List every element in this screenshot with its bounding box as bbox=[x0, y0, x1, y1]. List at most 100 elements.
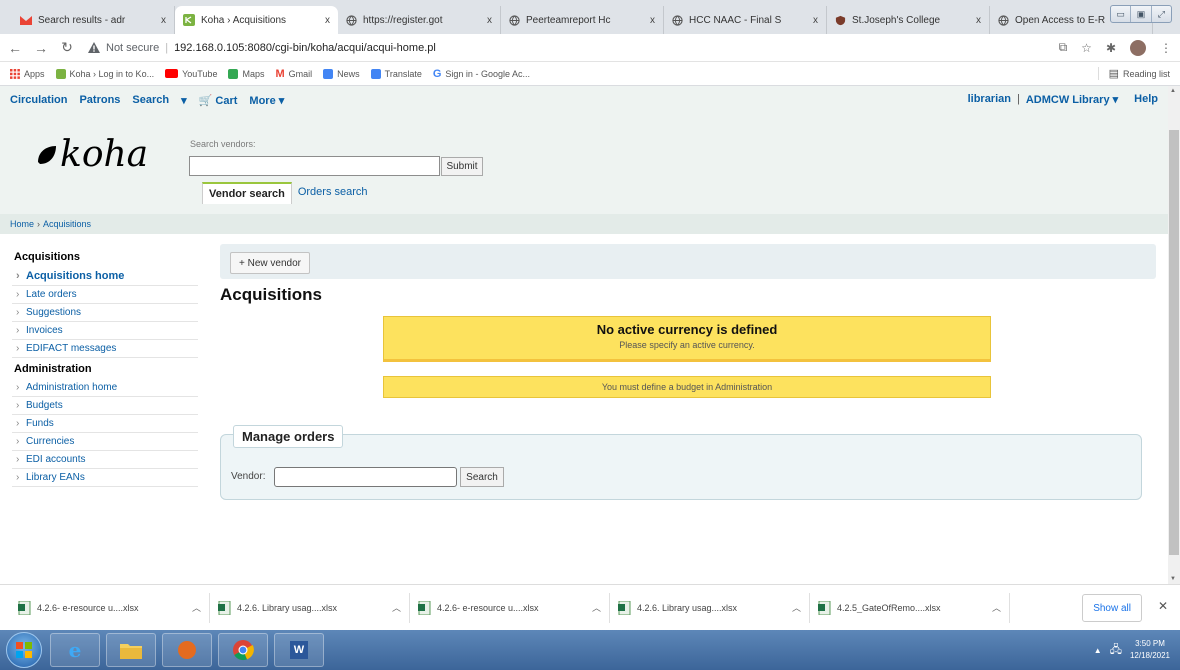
taskbar-chrome[interactable] bbox=[218, 633, 268, 667]
currency-alert-link[interactable]: Please specify an active currency. bbox=[384, 340, 990, 350]
excel-file-icon bbox=[618, 600, 631, 615]
extensions-icon[interactable]: ✱ bbox=[1106, 41, 1116, 55]
bookmark-youtube[interactable]: YouTube bbox=[165, 69, 217, 79]
close-icon[interactable]: x bbox=[813, 15, 818, 26]
url-text: 192.168.0.105:8080/cgi-bin/koha/acqui/ac… bbox=[174, 41, 436, 54]
restore-icon[interactable]: ⤢ bbox=[1152, 6, 1171, 22]
scroll-up-icon[interactable]: ▲ bbox=[1170, 88, 1176, 94]
taskbar-ie[interactable]: e bbox=[50, 633, 100, 667]
bookmark-translate[interactable]: Translate bbox=[370, 68, 422, 79]
url-field[interactable]: Not secure | 192.168.0.105:8080/cgi-bin/… bbox=[86, 37, 1047, 59]
start-button[interactable] bbox=[6, 632, 42, 668]
back-arrow-icon[interactable]: ← bbox=[8, 40, 22, 56]
chevron-up-icon[interactable]: ︿ bbox=[592, 601, 601, 614]
download-item[interactable]: 4.2.5_GateOfRemo....xlsx ︿ bbox=[810, 592, 1010, 623]
breadcrumb-home[interactable]: Home bbox=[10, 219, 34, 229]
bookmark-gmail[interactable]: M Gmail bbox=[275, 68, 312, 80]
network-icon[interactable]: 🖧 bbox=[1110, 641, 1122, 660]
library-selector[interactable]: ADMCW Library ▾ bbox=[1026, 93, 1118, 106]
kebab-menu-icon[interactable]: ⋮ bbox=[1160, 41, 1172, 55]
star-icon[interactable]: ☆ bbox=[1081, 41, 1092, 55]
close-icon[interactable]: x bbox=[325, 15, 330, 26]
scrollbar-thumb[interactable] bbox=[1169, 130, 1179, 555]
browser-tab-search-results[interactable]: Search results - adr x bbox=[12, 6, 175, 34]
sidebar-item-late-orders[interactable]: Late orders bbox=[12, 286, 198, 304]
close-icon[interactable]: ✕ bbox=[1158, 599, 1168, 613]
sidebar-item-invoices[interactable]: Invoices bbox=[12, 322, 198, 340]
logged-in-user[interactable]: librarian bbox=[968, 93, 1011, 106]
sidebar-item-edifact[interactable]: EDIFACT messages bbox=[12, 340, 198, 358]
close-icon[interactable]: x bbox=[650, 15, 655, 26]
reload-icon[interactable]: ↻ bbox=[60, 39, 74, 56]
nav-circulation[interactable]: Circulation bbox=[10, 94, 67, 106]
budget-alert[interactable]: You must define a budget in Administrati… bbox=[383, 376, 991, 398]
nav-cart[interactable]: 🛒 Cart bbox=[199, 94, 238, 107]
bookmark-label: News bbox=[337, 68, 360, 79]
bookmark-koha-login[interactable]: Koha › Log in to Ko... bbox=[55, 68, 154, 79]
page-scrollbar[interactable]: ▲ ▼ bbox=[1168, 86, 1180, 584]
excel-file-icon bbox=[218, 600, 231, 615]
taskbar-explorer[interactable] bbox=[106, 633, 156, 667]
address-bar: ← → ↻ Not secure | 192.168.0.105:8080/cg… bbox=[0, 34, 1180, 62]
system-tray: ▲ 🖧 3:50 PM 12/18/2021 bbox=[1094, 638, 1180, 662]
nav-patrons[interactable]: Patrons bbox=[79, 94, 120, 106]
chevron-up-icon[interactable]: ︿ bbox=[792, 601, 801, 614]
bookmark-google-signin[interactable]: G Sign in - Google Ac... bbox=[433, 68, 530, 80]
tab-vendor-search[interactable]: Vendor search bbox=[202, 182, 292, 204]
show-all-downloads-button[interactable]: Show all bbox=[1082, 594, 1142, 622]
vendor-search-input[interactable] bbox=[189, 156, 440, 176]
browser-tab-label: St.Joseph's College bbox=[852, 14, 941, 26]
sidebar-item-budgets[interactable]: Budgets bbox=[12, 397, 198, 415]
search-button[interactable]: Search bbox=[460, 467, 504, 487]
scroll-down-icon[interactable]: ▼ bbox=[1170, 576, 1176, 582]
taskbar-media[interactable] bbox=[162, 633, 212, 667]
sidebar-item-suggestions[interactable]: Suggestions bbox=[12, 304, 198, 322]
sidebar-item-funds[interactable]: Funds bbox=[12, 415, 198, 433]
reading-list-button[interactable]: ▤ Reading list bbox=[1097, 67, 1170, 80]
nav-search[interactable]: Search bbox=[132, 94, 169, 106]
bookmark-news[interactable]: News bbox=[323, 68, 360, 79]
close-icon[interactable]: x bbox=[161, 15, 166, 26]
browser-tab-stjosephs[interactable]: St.Joseph's College x bbox=[827, 6, 990, 34]
browser-tab-peerteamreport[interactable]: Peerteamreport Hc x bbox=[501, 6, 664, 34]
new-vendor-button[interactable]: + New vendor bbox=[230, 252, 310, 274]
sidebar-item-administration-home[interactable]: Administration home bbox=[12, 379, 198, 397]
forward-arrow-icon[interactable]: → bbox=[34, 40, 48, 56]
avatar[interactable] bbox=[1130, 39, 1146, 56]
taskbar-word[interactable]: W bbox=[274, 633, 324, 667]
browser-tab-hcc-naac[interactable]: HCC NAAC - Final S x bbox=[664, 6, 827, 34]
close-icon[interactable]: x bbox=[487, 15, 492, 26]
chevron-up-icon[interactable]: ︿ bbox=[192, 601, 201, 614]
browser-tab-koha-acquisitions[interactable]: Koha › Acquisitions x bbox=[175, 6, 338, 34]
chevron-up-icon[interactable]: ︿ bbox=[992, 601, 1001, 614]
browser-tab-register[interactable]: https://register.got x bbox=[338, 6, 501, 34]
bookmark-apps[interactable]: Apps bbox=[10, 68, 45, 79]
share-icon[interactable]: ⧉ bbox=[1059, 40, 1068, 55]
sidebar-item-edi-accounts[interactable]: EDI accounts bbox=[12, 451, 198, 469]
breadcrumb-acquisitions[interactable]: Acquisitions bbox=[43, 219, 91, 229]
nav-search-dropdown[interactable]: ▾ bbox=[181, 94, 187, 107]
download-item[interactable]: 4.2.6- e-resource u....xlsx ︿ bbox=[410, 592, 610, 623]
clock[interactable]: 3:50 PM 12/18/2021 bbox=[1130, 638, 1170, 662]
user-menu: librarian | ADMCW Library ▾ Help bbox=[968, 93, 1158, 106]
download-item[interactable]: 4.2.6- e-resource u....xlsx ︿ bbox=[10, 592, 210, 623]
download-item[interactable]: 4.2.6. Library usag....xlsx ︿ bbox=[210, 592, 410, 623]
vendor-input[interactable] bbox=[274, 467, 457, 487]
tray-arrow-icon[interactable]: ▲ bbox=[1094, 646, 1102, 655]
nav-more[interactable]: More ▾ bbox=[249, 94, 284, 107]
maximize-icon[interactable]: ▣ bbox=[1131, 6, 1152, 22]
bookmark-maps[interactable]: Maps bbox=[228, 68, 264, 79]
sidebar-item-library-eans[interactable]: Library EANs bbox=[12, 469, 198, 487]
vendor-label: Vendor: bbox=[231, 471, 266, 482]
sidebar-item-currencies[interactable]: Currencies bbox=[12, 433, 198, 451]
chevron-up-icon[interactable]: ︿ bbox=[392, 601, 401, 614]
sidebar-item-acquisitions-home[interactable]: Acquisitions home bbox=[12, 267, 198, 286]
submit-button[interactable]: Submit bbox=[441, 157, 483, 176]
tab-orders-search[interactable]: Orders search bbox=[292, 182, 374, 204]
help-link[interactable]: Help bbox=[1134, 93, 1158, 106]
minimize-icon[interactable]: ▭ bbox=[1111, 6, 1132, 22]
close-icon[interactable]: x bbox=[976, 15, 981, 26]
koha-logo[interactable]: koha bbox=[36, 134, 148, 175]
download-filename: 4.2.5_GateOfRemo....xlsx bbox=[837, 602, 941, 613]
download-item[interactable]: 4.2.6. Library usag....xlsx ︿ bbox=[610, 592, 810, 623]
